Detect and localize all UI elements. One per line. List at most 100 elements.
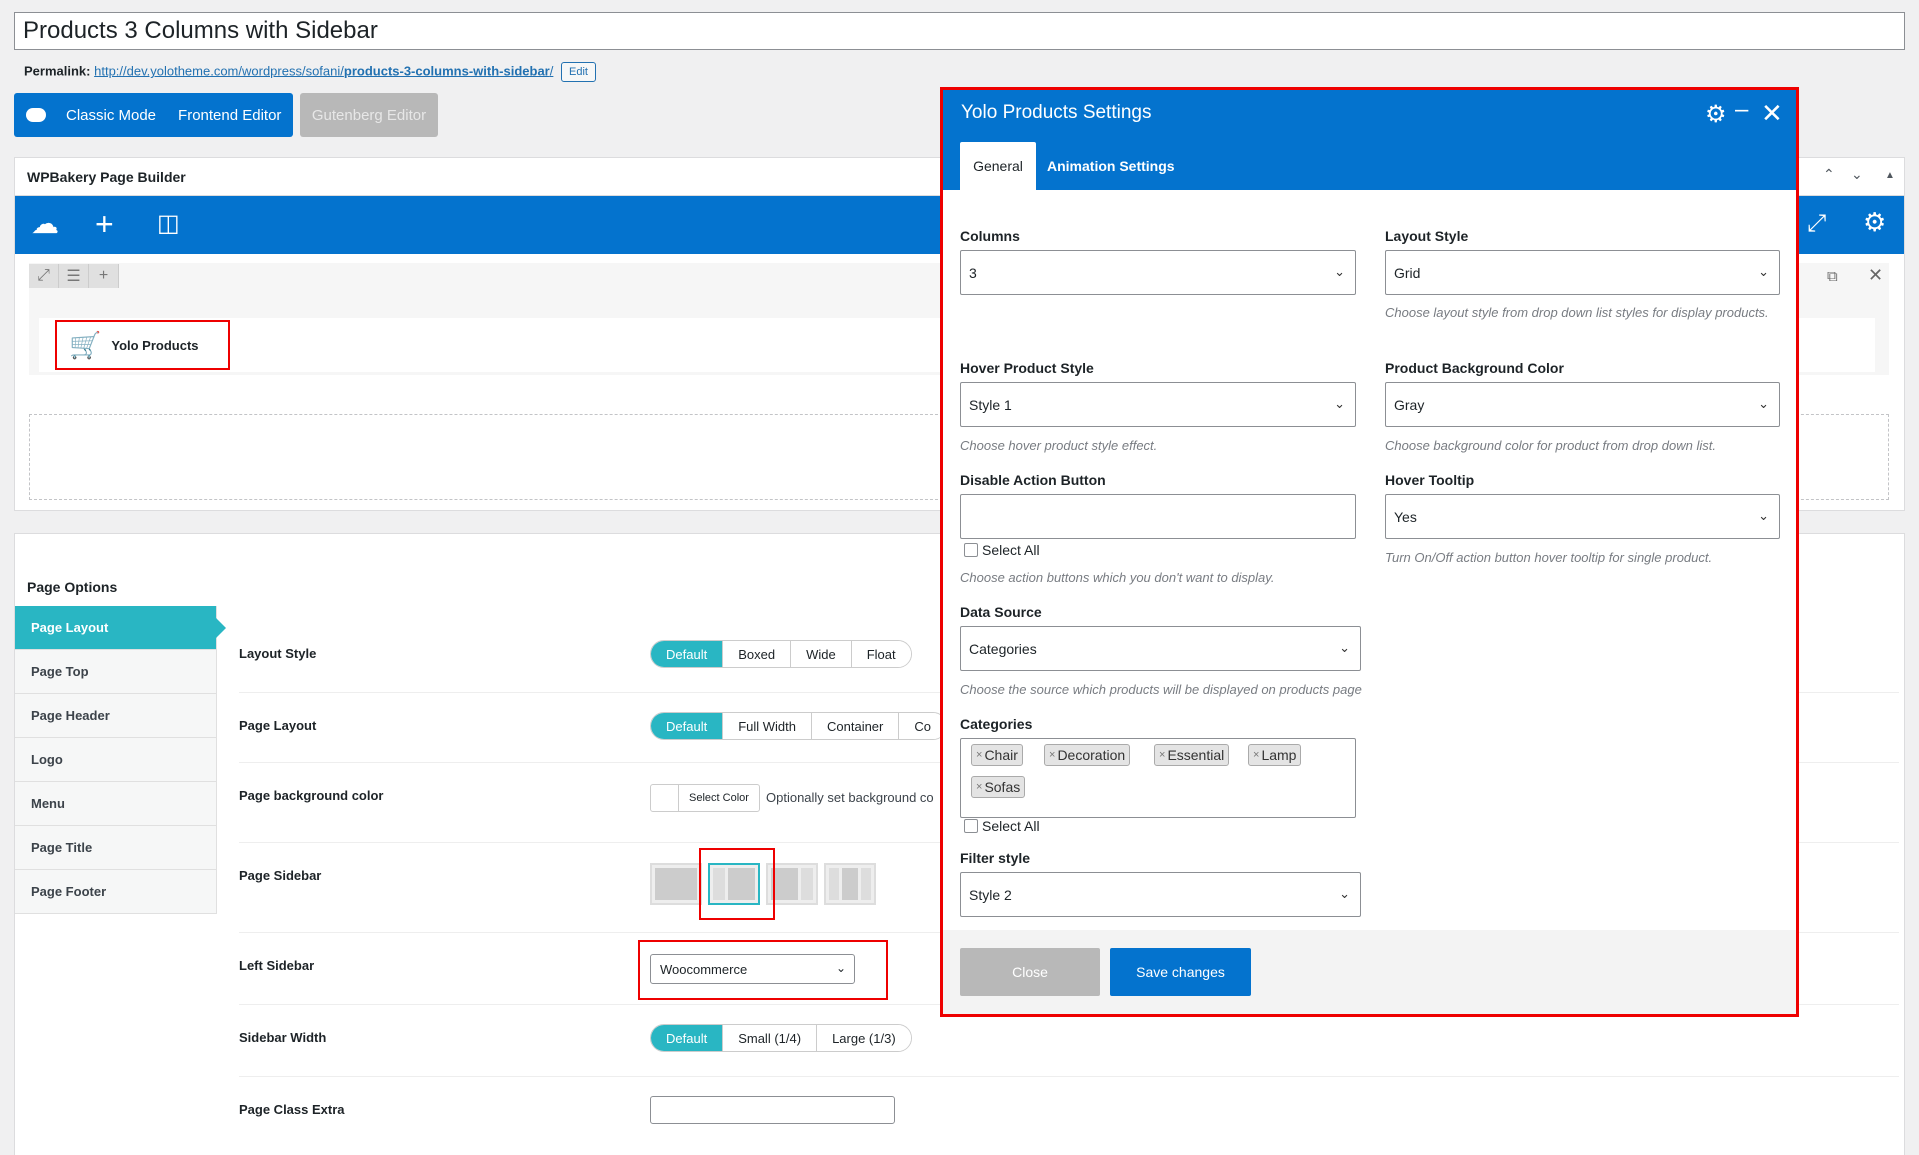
gutenberg-editor-button[interactable]: Gutenberg Editor	[300, 93, 438, 137]
gear-icon[interactable]: ⚙	[1705, 100, 1727, 129]
product-bg-color-value: Gray	[1394, 396, 1425, 413]
nav-page-footer[interactable]: Page Footer	[15, 870, 217, 914]
sidebar-width-large[interactable]: Large (1/3)	[817, 1025, 911, 1051]
chevron-down-icon: ⌄	[1339, 640, 1350, 655]
tab-animation-settings[interactable]: Animation Settings	[1047, 142, 1175, 190]
remove-icon[interactable]: ×	[1253, 749, 1259, 761]
row-layout-icon[interactable]: ☰	[59, 264, 89, 288]
layout-style-default[interactable]: Default	[651, 641, 724, 667]
page-layout-default[interactable]: Default	[651, 713, 724, 739]
sidebar-width-small[interactable]: Small (1/4)	[723, 1025, 818, 1051]
page-layout-container[interactable]: Container	[812, 713, 900, 739]
checkbox[interactable]	[964, 543, 978, 557]
nav-page-title[interactable]: Page Title	[15, 826, 217, 870]
hover-tooltip-label: Hover Tooltip	[1385, 472, 1475, 488]
left-sidebar-select[interactable]: Woocommerce ⌄	[650, 954, 855, 984]
hover-tooltip-select[interactable]: Yes ⌄	[1385, 494, 1780, 539]
permalink-edit-button[interactable]: Edit	[561, 62, 596, 82]
layout-style-wide[interactable]: Wide	[791, 641, 852, 667]
sidebar-width-default[interactable]: Default	[651, 1025, 724, 1051]
chevron-down-icon: ⌄	[1334, 264, 1345, 279]
add-element-icon[interactable]: +	[95, 208, 114, 240]
nav-page-header[interactable]: Page Header	[15, 694, 217, 738]
category-tag-decoration[interactable]: × Decoration	[1044, 744, 1131, 766]
page-sidebar-label: Page Sidebar	[239, 868, 322, 883]
close-icon[interactable]: ✕	[1761, 98, 1783, 129]
filter-style-select[interactable]: Style 2 ⌄	[960, 872, 1361, 917]
row-drag-icon[interactable]: ⤢	[29, 264, 59, 288]
columns-label: Columns	[960, 228, 1020, 244]
nav-logo[interactable]: Logo	[15, 738, 217, 782]
page-layout-label: Page Layout	[239, 718, 317, 733]
templates-icon[interactable]: ◫	[157, 210, 180, 238]
category-tag-lamp[interactable]: × Lamp	[1248, 744, 1302, 766]
product-bg-color-label: Product Background Color	[1385, 360, 1564, 376]
collapse-toggle-icon[interactable]: ▲	[1885, 170, 1895, 181]
page-layout-segmented: Default Full Width Container Co	[650, 712, 947, 740]
chevron-down-icon[interactable]: ⌄	[1851, 166, 1863, 183]
category-tag-chair[interactable]: × Chair	[971, 744, 1023, 766]
product-bg-color-select[interactable]: Gray ⌄	[1385, 382, 1780, 427]
remove-icon[interactable]: ×	[1049, 749, 1055, 761]
page-options-nav: Page Layout Page Top Page Header Logo Me…	[15, 606, 226, 914]
close-button[interactable]: Close	[960, 948, 1100, 996]
wpbakery-cloud-icon[interactable]: ☁	[31, 210, 59, 238]
class-extra-input[interactable]	[650, 1096, 895, 1124]
sidebar-none-option[interactable]	[650, 863, 702, 905]
nav-menu[interactable]: Menu	[15, 782, 217, 826]
hover-tooltip-value: Yes	[1394, 508, 1417, 525]
layout-style-float[interactable]: Float	[851, 641, 911, 667]
chevron-up-icon[interactable]: ⌃	[1823, 166, 1835, 183]
hover-style-value: Style 1	[969, 396, 1012, 413]
columns-value: 3	[969, 264, 977, 281]
filter-style-label: Filter style	[960, 850, 1031, 866]
class-extra-label: Page Class Extra	[239, 1102, 345, 1117]
bg-color-hint: Optionally set background co	[766, 790, 934, 805]
post-title-input[interactable]	[14, 12, 1905, 50]
select-all-label: Select All	[982, 542, 1040, 558]
permalink-link[interactable]: http://dev.yolotheme.com/wordpress/sofan…	[94, 63, 553, 78]
layout-style-boxed[interactable]: Boxed	[723, 641, 792, 667]
chevron-down-icon: ⌄	[1758, 396, 1769, 411]
wpbakery-logo-icon	[26, 108, 46, 122]
sidebar-both-option[interactable]	[824, 863, 876, 905]
remove-icon[interactable]: ×	[976, 781, 982, 793]
columns-select[interactable]: 3 ⌄	[960, 250, 1356, 295]
permalink-row: Permalink: http://dev.yolotheme.com/word…	[24, 62, 596, 82]
delete-icon[interactable]: ✕	[1868, 265, 1883, 286]
editor-mode-group: Classic Mode Frontend Editor	[14, 93, 294, 137]
cart-icon: 🛒	[69, 329, 102, 360]
fullscreen-icon[interactable]: ⤢	[1807, 210, 1826, 238]
chevron-down-icon: ⌄	[1758, 508, 1769, 523]
nav-page-top[interactable]: Page Top	[15, 650, 217, 694]
category-tag-sofas[interactable]: × Sofas	[971, 776, 1026, 798]
save-changes-button[interactable]: Save changes	[1110, 948, 1251, 996]
hover-style-select[interactable]: Style 1 ⌄	[960, 382, 1356, 427]
data-source-hint: Choose the source which products will be…	[960, 682, 1362, 697]
remove-icon[interactable]: ×	[976, 749, 982, 761]
left-sidebar-label: Left Sidebar	[239, 958, 315, 973]
product-bg-color-hint: Choose background color for product from…	[1385, 438, 1716, 453]
checkbox[interactable]	[964, 819, 978, 833]
select-color-button[interactable]: Select Color	[650, 784, 760, 812]
nav-page-layout[interactable]: Page Layout	[15, 606, 226, 650]
category-tag-essential[interactable]: × Essential	[1154, 744, 1230, 766]
page-layout-full-width[interactable]: Full Width	[723, 713, 812, 739]
clone-icon[interactable]: ⧉	[1827, 268, 1838, 285]
yolo-products-element[interactable]: 🛒 Yolo Products	[55, 320, 230, 370]
frontend-editor-button[interactable]: Frontend Editor	[178, 107, 281, 124]
minimize-icon[interactable]: –	[1735, 96, 1748, 124]
remove-icon[interactable]: ×	[1159, 749, 1165, 761]
disable-action-multiselect[interactable]	[960, 494, 1356, 539]
layout-style-select[interactable]: Grid ⌄	[1385, 250, 1780, 295]
page-layout-co[interactable]: Co	[899, 713, 946, 739]
disable-action-select-all[interactable]: Select All	[964, 542, 1040, 558]
select-all-label: Select All	[982, 818, 1040, 834]
row-add-icon[interactable]: +	[89, 264, 119, 288]
categories-select-all[interactable]: Select All	[964, 818, 1040, 834]
settings-gear-icon[interactable]: ⚙	[1863, 208, 1886, 236]
classic-mode-button[interactable]: Classic Mode	[66, 107, 156, 124]
data-source-select[interactable]: Categories ⌄	[960, 626, 1361, 671]
tab-general[interactable]: General	[960, 142, 1036, 190]
chevron-down-icon: ⌄	[1334, 396, 1345, 411]
